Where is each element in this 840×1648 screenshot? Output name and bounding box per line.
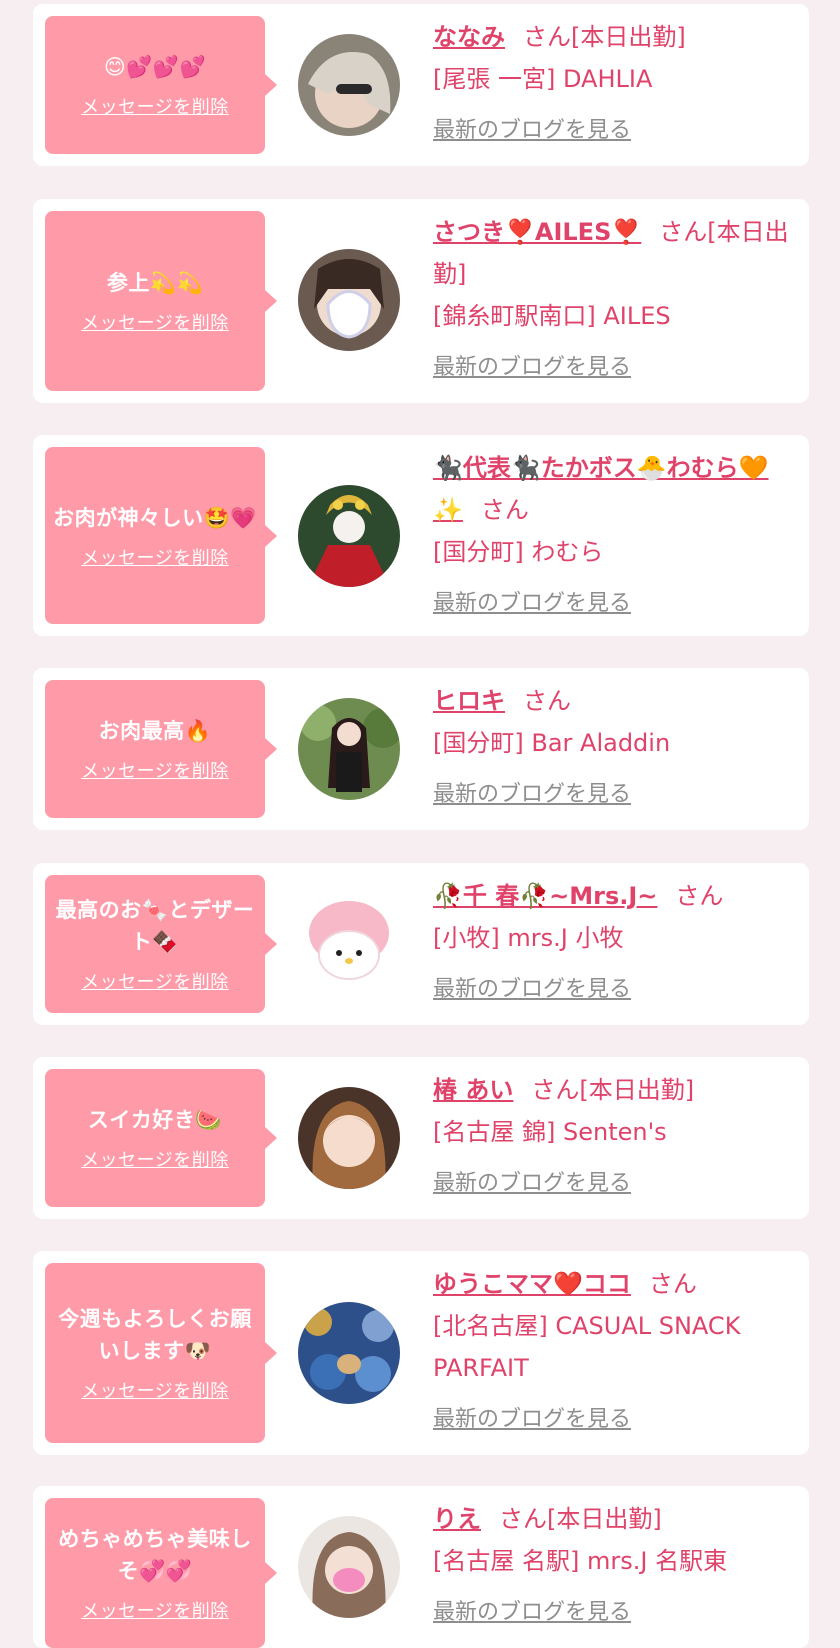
delete-message-link[interactable]: メッセージを削除: [81, 1377, 229, 1403]
message-card: 今週もよろしくお願いします🐶 メッセージを削除 ゆうこママ❤️ココ さん [北名古…: [33, 1251, 809, 1455]
user-info: ヒロキ さん [国分町] Bar Aladdin 最新のブログを見る: [433, 680, 795, 816]
message-text: めちゃめちゃ美味しそ💞💞: [58, 1527, 252, 1583]
avatar[interactable]: [298, 1302, 400, 1404]
user-info: 椿 あい さん[本日出勤] [名古屋 錦] Senten's 最新のブログを見る: [433, 1069, 795, 1205]
shop-label: [名古屋 錦] Senten's: [433, 1118, 667, 1146]
blog-link[interactable]: 最新のブログを見る: [433, 347, 795, 389]
user-info: ゆうこママ❤️ココ さん [北名古屋] CASUAL SNACK PARFAIT …: [433, 1263, 795, 1441]
honorific: さん[本日出勤]: [523, 23, 686, 51]
message-text: スイカ好き🍉: [87, 1108, 223, 1132]
honorific: さん: [648, 1270, 697, 1298]
message-bubble: お肉が神々しい🤩💗 メッセージを削除: [45, 447, 277, 624]
message-card: スイカ好き🍉 メッセージを削除 椿 あい さん[本日出勤] [名古屋 錦] Sen…: [33, 1057, 809, 1219]
message-card: 参上💫💫 メッセージを削除 さつき❣️AILES❣️ さん[本日出勤] [錦糸町駅…: [33, 199, 809, 403]
shop-label: [尾張 一宮] DAHLIA: [433, 65, 653, 93]
user-name-link[interactable]: ヒロキ: [433, 687, 505, 715]
message-card: めちゃめちゃ美味しそ💞💞 メッセージを削除 りえ さん[本日出勤] [名古屋 名駅…: [33, 1486, 809, 1648]
honorific: さん[本日出勤]: [531, 1076, 695, 1104]
delete-message-link[interactable]: メッセージを削除: [81, 309, 229, 335]
user-name-link[interactable]: 椿 あい: [433, 1076, 513, 1104]
delete-message-link[interactable]: メッセージを削除: [81, 1597, 229, 1623]
delete-message-link[interactable]: メッセージを削除: [81, 757, 229, 783]
user-name-link[interactable]: ななみ: [433, 23, 505, 51]
blog-link[interactable]: 最新のブログを見る: [433, 1399, 795, 1441]
shop-label: [小牧] mrs.J 小牧: [433, 924, 624, 952]
delete-message-link[interactable]: メッセージを削除: [81, 544, 229, 570]
message-card: 最高のお🍬とデザート🍫 メッセージを削除 🥀千 春🥀~Mrs.J~ さん [小牧]…: [33, 863, 809, 1025]
user-info: さつき❣️AILES❣️ さん[本日出勤] [錦糸町駅南口] AILES 最新のブ…: [433, 211, 795, 389]
avatar[interactable]: [298, 893, 400, 995]
avatar[interactable]: [298, 485, 400, 587]
honorific: さん[本日出勤]: [499, 1505, 662, 1533]
blog-link[interactable]: 最新のブログを見る: [433, 1163, 795, 1205]
user-name-link[interactable]: さつき❣️AILES❣️: [433, 218, 641, 246]
message-bubble: 参上💫💫 メッセージを削除: [45, 211, 277, 391]
blog-link[interactable]: 最新のブログを見る: [433, 969, 795, 1011]
message-text: 最高のお🍬とデザート🍫: [55, 898, 255, 954]
message-bubble: スイカ好き🍉 メッセージを削除: [45, 1069, 277, 1207]
message-text: 今週もよろしくお願いします🐶: [58, 1307, 252, 1363]
message-card: お肉が神々しい🤩💗 メッセージを削除 🐈‍⬛代表🐈‍⬛たかボス🐣わむら🧡✨ さん …: [33, 435, 809, 636]
honorific: さん: [523, 687, 571, 715]
honorific: さん: [675, 882, 724, 910]
blog-link[interactable]: 最新のブログを見る: [433, 110, 795, 152]
message-bubble: 😊💕💕💕 メッセージを削除: [45, 16, 277, 154]
shop-label: [北名古屋] CASUAL SNACK PARFAIT: [433, 1312, 741, 1382]
message-bubble: 今週もよろしくお願いします🐶 メッセージを削除: [45, 1263, 277, 1443]
honorific: さん: [480, 496, 529, 524]
delete-message-link[interactable]: メッセージを削除: [81, 93, 229, 119]
shop-label: [名古屋 名駅] mrs.J 名駅東: [433, 1547, 728, 1575]
user-info: りえ さん[本日出勤] [名古屋 名駅] mrs.J 名駅東 最新のブログを見る: [433, 1498, 795, 1634]
user-info: 🥀千 春🥀~Mrs.J~ さん [小牧] mrs.J 小牧 最新のブログを見る: [433, 875, 795, 1011]
user-info: ななみ さん[本日出勤] [尾張 一宮] DAHLIA 最新のブログを見る: [433, 16, 795, 152]
message-text: お肉最高🔥: [98, 719, 212, 743]
avatar[interactable]: [298, 249, 400, 351]
user-info: 🐈‍⬛代表🐈‍⬛たかボス🐣わむら🧡✨ さん [国分町] わむら 最新のブログを見る: [433, 447, 795, 625]
user-name-link[interactable]: りえ: [433, 1505, 481, 1533]
avatar[interactable]: [298, 698, 400, 800]
message-card: 😊💕💕💕 メッセージを削除 ななみ さん[本日出勤] [尾張 一宮] DAHLIA…: [33, 4, 809, 166]
blog-link[interactable]: 最新のブログを見る: [433, 774, 795, 816]
blog-link[interactable]: 最新のブログを見る: [433, 583, 795, 625]
delete-message-link[interactable]: メッセージを削除: [81, 1146, 229, 1172]
shop-label: [国分町] Bar Aladdin: [433, 729, 671, 757]
message-card: お肉最高🔥 メッセージを削除 ヒロキ さん [国分町] Bar Aladdin 最…: [33, 668, 809, 830]
avatar[interactable]: [298, 1516, 400, 1618]
message-bubble: お肉最高🔥 メッセージを削除: [45, 680, 277, 818]
message-bubble: 最高のお🍬とデザート🍫 メッセージを削除: [45, 875, 277, 1013]
avatar[interactable]: [298, 34, 400, 136]
shop-label: [錦糸町駅南口] AILES: [433, 302, 671, 330]
message-text: お肉が神々しい🤩💗: [53, 505, 257, 530]
blog-link[interactable]: 最新のブログを見る: [433, 1592, 795, 1634]
message-text: 😊💕💕💕: [103, 55, 207, 79]
user-name-link[interactable]: 🥀千 春🥀~Mrs.J~: [433, 882, 657, 910]
message-list: 😊💕💕💕 メッセージを削除 ななみ さん[本日出勤] [尾張 一宮] DAHLIA…: [0, 0, 840, 1648]
shop-label: [国分町] わむら: [433, 538, 604, 566]
message-bubble: めちゃめちゃ美味しそ💞💞 メッセージを削除: [45, 1498, 277, 1648]
avatar[interactable]: [298, 1087, 400, 1189]
delete-message-link[interactable]: メッセージを削除: [81, 968, 229, 994]
message-text: 参上💫💫: [106, 271, 204, 295]
user-name-link[interactable]: ゆうこママ❤️ココ: [433, 1270, 631, 1298]
